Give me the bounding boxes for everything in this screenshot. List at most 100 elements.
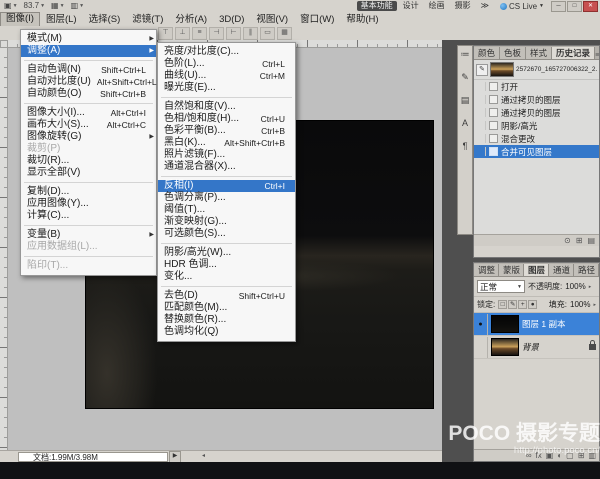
panel-tab[interactable]: 颜色 — [474, 47, 500, 59]
panel-tab[interactable]: 图层 — [524, 264, 549, 276]
menu-item[interactable]: 画布大小(S)... Alt+Ctrl+C — [21, 119, 156, 131]
menu-item[interactable]: 黑白(K)... Alt+Shift+Ctrl+B — [158, 137, 295, 149]
menu-item[interactable]: 陷印(T)... — [21, 260, 156, 272]
menu-item[interactable]: 计算(C)... — [21, 210, 156, 222]
menu-item[interactable]: 裁切(R)... — [21, 155, 156, 167]
history-brush-box[interactable] — [476, 95, 486, 104]
menu-item[interactable]: 阈值(T)... — [158, 204, 295, 216]
history-state-row[interactable]: 通过拷贝的图层 — [474, 106, 599, 119]
menu-item[interactable] — [161, 176, 292, 177]
dock-panel-icon[interactable]: ¶ — [463, 142, 468, 151]
menu-item[interactable] — [24, 103, 153, 104]
history-snapshot-row[interactable]: ✎ 2572670_165727006322_2.jpg — [474, 60, 599, 80]
options-bar-icon[interactable]: ▦ — [277, 27, 292, 40]
options-bar-icon[interactable]: ⊣ — [209, 27, 224, 40]
lock-toggle-icon[interactable]: + — [518, 300, 527, 309]
window-control-button[interactable]: ✕ — [583, 1, 598, 12]
menu-item[interactable]: 色彩平衡(B)... Ctrl+B — [158, 125, 295, 137]
menu-item[interactable]: 调整(A) ▶ — [21, 45, 156, 57]
app-bar-tool[interactable]: ▥ ▼ — [71, 2, 85, 10]
history-brush-box[interactable] — [476, 82, 486, 91]
menu-item[interactable]: 自动对比度(U) Alt+Shift+Ctrl+L — [21, 76, 156, 88]
app-bar-tool[interactable]: 83.7 ▼ — [24, 2, 46, 10]
menu-item[interactable]: 变量(B) ▶ — [21, 229, 156, 241]
panel-tab[interactable]: 蒙版 — [499, 264, 524, 276]
menu-item[interactable] — [24, 182, 153, 183]
dock-panel-icon[interactable]: ✎ — [461, 73, 469, 82]
menu-item[interactable]: 反相(I) Ctrl+I — [158, 180, 295, 192]
menu-item[interactable]: 显示全部(V) — [21, 167, 156, 179]
workspace-button[interactable]: 设计 — [399, 1, 423, 11]
history-state-row[interactable]: 阴影/高光 — [474, 119, 599, 132]
layer-name[interactable]: 图层 1 副本 — [522, 318, 565, 330]
menu-item[interactable]: 匹配颜色(M)... — [158, 302, 295, 314]
menu-bar-item[interactable]: 选择(S) — [83, 13, 127, 26]
options-bar-icon[interactable]: ▭ — [260, 27, 275, 40]
menu-bar-item[interactable]: 分析(A) — [169, 13, 213, 26]
options-bar-icon[interactable]: ∥ — [243, 27, 258, 40]
panel-tab[interactable]: 路径 — [574, 264, 599, 276]
history-state-row[interactable]: 合并可见图层 — [474, 145, 599, 158]
layers-footer-icon[interactable]: ⊞ — [578, 451, 585, 460]
menu-item[interactable]: 图像旋转(G) ▶ — [21, 131, 156, 143]
spinner-arrow-icon[interactable]: ▸ — [589, 284, 592, 290]
blend-mode-select[interactable]: 正常 ▼ — [477, 280, 525, 293]
menu-bar-item[interactable]: 帮助(H) — [340, 13, 384, 26]
options-bar-icon[interactable]: ≡ — [192, 27, 207, 40]
menu-item[interactable] — [24, 256, 153, 257]
menu-item[interactable]: 图像大小(I)... Alt+Ctrl+I — [21, 107, 156, 119]
visibility-toggle[interactable] — [474, 337, 488, 358]
menu-item[interactable] — [24, 60, 153, 61]
menu-item[interactable]: 可选颜色(S)... — [158, 228, 295, 240]
window-control-button[interactable]: □ — [567, 1, 582, 12]
menu-item[interactable]: 曝光度(E)... — [158, 82, 295, 94]
scroll-left-icon[interactable]: ◂ — [199, 452, 208, 461]
menu-bar-item[interactable]: 视图(V) — [250, 13, 294, 26]
status-expand-button[interactable]: ▶ — [169, 451, 181, 463]
options-bar-icon[interactable]: ⊤ — [158, 27, 173, 40]
history-brush-box[interactable] — [476, 147, 486, 156]
menu-item[interactable] — [24, 225, 153, 226]
workspace-button[interactable]: 基本功能 — [357, 1, 397, 11]
layers-footer-icon[interactable]: ▣ — [546, 451, 554, 460]
layer-name[interactable]: 背景 — [522, 341, 539, 353]
history-state-row[interactable]: 通过拷贝的图层 — [474, 93, 599, 106]
options-bar-icon[interactable]: ⊢ — [226, 27, 241, 40]
menu-item[interactable]: HDR 色调... — [158, 259, 295, 271]
workspace-button[interactable]: 绘画 — [425, 1, 449, 11]
menu-item[interactable]: 应用图像(Y)... — [21, 198, 156, 210]
menu-item[interactable]: 色调均化(Q) — [158, 326, 295, 338]
history-brush-box[interactable] — [476, 121, 486, 130]
app-bar-tool[interactable]: ▦ ▼ — [51, 2, 65, 10]
cs-live-button[interactable]: CS Live ▼ — [500, 2, 544, 11]
panel-tab[interactable]: 色板 — [500, 47, 526, 59]
layer-row[interactable]: ● 图层 1 副本 — [474, 313, 599, 336]
menu-bar-item[interactable]: 窗口(W) — [294, 13, 340, 26]
panel-tab[interactable]: 历史记录 — [552, 47, 595, 59]
menu-item[interactable]: 自动颜色(O) Shift+Ctrl+B — [21, 88, 156, 100]
menu-bar-item[interactable]: 3D(D) — [213, 13, 250, 26]
menu-item[interactable] — [161, 97, 292, 98]
layers-footer-icon[interactable]: fx — [536, 451, 542, 460]
history-brush-source-icon[interactable]: ✎ — [476, 64, 488, 76]
menu-item[interactable]: 自然饱和度(V)... — [158, 101, 295, 113]
menu-item[interactable] — [161, 286, 292, 287]
menu-item[interactable]: 色阶(L)... Ctrl+L — [158, 58, 295, 70]
layers-footer-icon[interactable]: ◐ — [557, 451, 562, 460]
panel-tab[interactable]: 调整 — [474, 264, 499, 276]
menu-item[interactable]: 变化... — [158, 271, 295, 283]
menu-bar-item[interactable]: 图像(I) — [0, 12, 40, 27]
menu-item[interactable]: 阴影/高光(W)... — [158, 247, 295, 259]
history-state-row[interactable]: 打开 — [474, 80, 599, 93]
visibility-toggle[interactable]: ● — [474, 314, 488, 335]
menu-item[interactable]: 亮度/对比度(C)... — [158, 46, 295, 58]
history-footer-icon[interactable]: ⊙ — [564, 236, 571, 245]
dock-panel-icon[interactable]: ▤ — [461, 96, 470, 105]
menu-item[interactable]: 模式(M) ▶ — [21, 33, 156, 45]
menu-item[interactable]: 通道混合器(X)... — [158, 161, 295, 173]
menu-item[interactable] — [161, 243, 292, 244]
lock-toggle-icon[interactable]: □ — [498, 300, 507, 309]
fill-value[interactable]: 100% — [570, 300, 590, 309]
dock-panel-icon[interactable]: A — [462, 119, 468, 128]
dock-panel-icon[interactable]: ≔ — [461, 50, 470, 59]
